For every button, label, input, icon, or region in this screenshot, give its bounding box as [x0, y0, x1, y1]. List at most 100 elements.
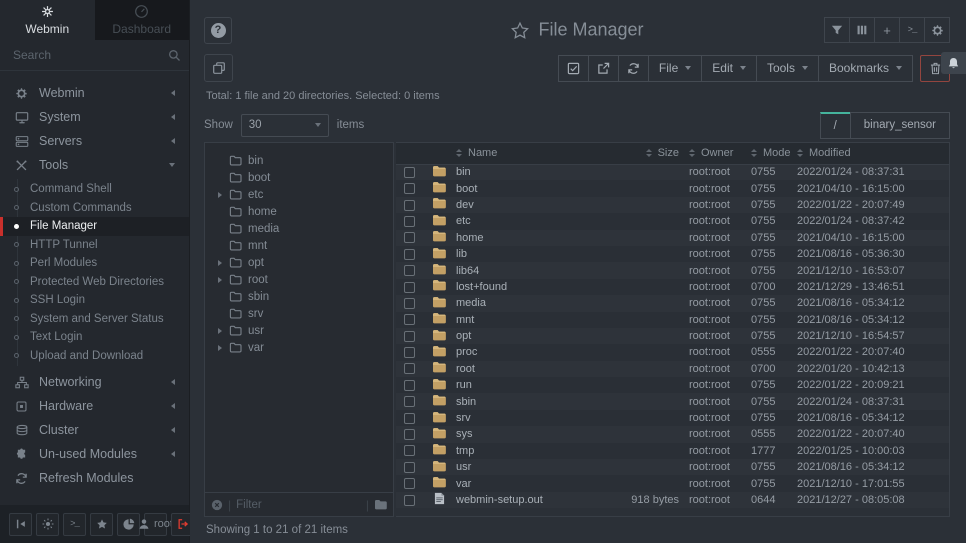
tree-item-root[interactable]: root [205, 271, 393, 288]
filter-button[interactable] [824, 17, 850, 43]
sidebar-item-protected-web-directories[interactable]: Protected Web Directories [0, 273, 189, 292]
file-name-link[interactable]: run [456, 379, 472, 391]
paste-button[interactable] [204, 54, 233, 82]
file-name-link[interactable]: usr [456, 461, 471, 473]
row-checkbox[interactable] [404, 282, 415, 293]
clear-filter-icon[interactable] [211, 499, 223, 511]
favorite-star-icon[interactable] [510, 21, 529, 39]
row-checkbox[interactable] [404, 413, 415, 424]
help-button[interactable]: ? [204, 17, 232, 44]
expand-icon[interactable] [218, 192, 222, 198]
tree-item-etc[interactable]: etc [205, 186, 393, 203]
sidebar-item-cluster[interactable]: Cluster [0, 418, 189, 442]
file-name-link[interactable]: proc [456, 346, 477, 358]
file-name-link[interactable]: etc [456, 215, 471, 227]
terminal-button[interactable]: >_ [899, 17, 925, 43]
row-checkbox[interactable] [404, 314, 415, 325]
sidebar-item-ssh-login[interactable]: SSH Login [0, 291, 189, 310]
sidebar-item-system[interactable]: System [0, 105, 189, 129]
bookmarks-menu-button[interactable]: Bookmarks [818, 55, 913, 82]
row-checkbox[interactable] [404, 380, 415, 391]
sort-icon[interactable] [797, 149, 803, 157]
collapse-sidebar-button[interactable] [9, 513, 32, 536]
sidebar-item-custom-commands[interactable]: Custom Commands [0, 199, 189, 218]
tree-folder-button[interactable] [374, 499, 387, 510]
path-segment-1[interactable]: binary_sensor [850, 112, 950, 139]
sidebar-item-tools[interactable]: Tools [0, 153, 189, 177]
select-button[interactable] [558, 55, 589, 82]
row-checkbox[interactable] [404, 249, 415, 260]
path-segment-0[interactable]: / [820, 112, 851, 139]
expand-icon[interactable] [218, 345, 222, 351]
file-name-link[interactable]: var [456, 478, 471, 490]
sidebar-item-webmin[interactable]: Webmin [0, 81, 189, 105]
column-header-mode[interactable]: Mode [751, 143, 797, 164]
file-name-link[interactable]: lost+found [456, 281, 507, 293]
tree-item-var[interactable]: var [205, 339, 393, 356]
file-name-link[interactable]: boot [456, 183, 477, 195]
tree-item-media[interactable]: media [205, 220, 393, 237]
column-header-size[interactable]: Size [594, 143, 689, 164]
edit-menu-button[interactable]: Edit [701, 55, 757, 82]
tree-item-boot[interactable]: boot [205, 169, 393, 186]
user-button[interactable]: root [144, 513, 167, 536]
export-button[interactable] [588, 55, 619, 82]
tree-item-sbin[interactable]: sbin [205, 288, 393, 305]
tab-webmin[interactable]: Webmin [0, 0, 95, 40]
row-checkbox[interactable] [404, 331, 415, 342]
expand-icon[interactable] [218, 328, 222, 334]
favorites-button[interactable] [90, 513, 113, 536]
column-header-name[interactable]: Name [456, 143, 594, 164]
row-checkbox[interactable] [404, 363, 415, 374]
file-name-link[interactable]: dev [456, 199, 474, 211]
create-button[interactable]: + [874, 17, 900, 43]
page-size-select[interactable]: 30 [241, 114, 329, 137]
search-input[interactable] [13, 48, 168, 62]
expand-icon[interactable] [218, 277, 222, 283]
file-name-link[interactable]: webmin-setup.out [456, 494, 543, 506]
column-header-owner[interactable]: Owner [689, 143, 751, 164]
sidebar-item-networking[interactable]: Networking [0, 370, 189, 394]
sidebar-item-command-shell[interactable]: Command Shell [0, 180, 189, 199]
sidebar-item-system-and-server-status[interactable]: System and Server Status [0, 310, 189, 329]
refresh-button[interactable] [618, 55, 649, 82]
row-checkbox[interactable] [404, 445, 415, 456]
sort-icon[interactable] [751, 149, 757, 157]
file-name-link[interactable]: root [456, 363, 475, 375]
shell-button[interactable]: >_ [63, 513, 86, 536]
row-checkbox[interactable] [404, 265, 415, 276]
file-name-link[interactable]: opt [456, 330, 471, 342]
settings-button[interactable] [924, 17, 950, 43]
tree-item-home[interactable]: home [205, 203, 393, 220]
sidebar-item-upload-and-download[interactable]: Upload and Download [0, 347, 189, 366]
language-button[interactable] [117, 513, 140, 536]
sidebar-item-hardware[interactable]: Hardware [0, 394, 189, 418]
row-checkbox[interactable] [404, 396, 415, 407]
tree-item-mnt[interactable]: mnt [205, 237, 393, 254]
columns-button[interactable] [849, 17, 875, 43]
file-name-link[interactable]: lib64 [456, 265, 479, 277]
row-checkbox[interactable] [404, 429, 415, 440]
file-name-link[interactable]: sbin [456, 396, 476, 408]
file-name-link[interactable]: media [456, 297, 486, 309]
file-name-link[interactable]: mnt [456, 314, 474, 326]
sidebar-item-perl-modules[interactable]: Perl Modules [0, 254, 189, 273]
row-checkbox[interactable] [404, 183, 415, 194]
sidebar-item-file-manager[interactable]: File Manager [0, 217, 189, 236]
row-checkbox[interactable] [404, 347, 415, 358]
tab-dashboard[interactable]: Dashboard [95, 0, 190, 40]
tree-item-bin[interactable]: bin [205, 152, 393, 169]
tree-filter-input[interactable] [236, 499, 361, 511]
tree-item-usr[interactable]: usr [205, 322, 393, 339]
theme-toggle-button[interactable] [36, 513, 59, 536]
sidebar-item-text-login[interactable]: Text Login [0, 328, 189, 347]
tools-menu-button[interactable]: Tools [756, 55, 819, 82]
row-checkbox[interactable] [404, 462, 415, 473]
row-checkbox[interactable] [404, 216, 415, 227]
file-name-link[interactable]: tmp [456, 445, 474, 457]
column-header-modified[interactable]: Modified [797, 143, 949, 164]
tree-item-srv[interactable]: srv [205, 305, 393, 322]
notifications-tab[interactable] [941, 52, 966, 74]
sort-icon[interactable] [646, 149, 652, 157]
sidebar-item-http-tunnel[interactable]: HTTP Tunnel [0, 236, 189, 255]
